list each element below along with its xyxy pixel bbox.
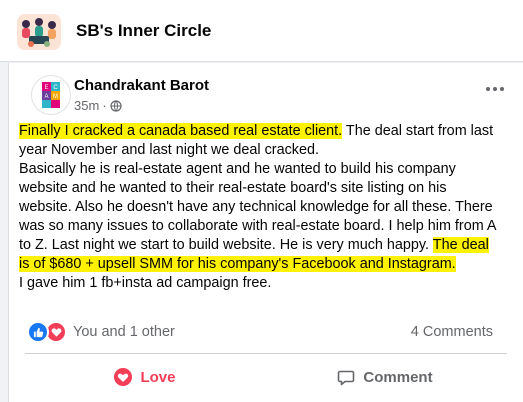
author-name[interactable]: Chandrakant Barot: [74, 77, 209, 94]
highlighted-text: Finally I cracked a canada based real es…: [19, 123, 343, 139]
post-card: E C A M Chandrakant Barot 35m · Finally …: [8, 63, 523, 402]
svg-text:E: E: [44, 85, 48, 91]
love-reaction-icon: [114, 368, 133, 386]
reaction-text[interactable]: You and 1 other: [73, 324, 175, 340]
globe-icon[interactable]: [110, 99, 122, 112]
comment-button[interactable]: Comment: [265, 361, 505, 393]
svg-text:M: M: [53, 94, 58, 100]
group-cover-image[interactable]: [17, 14, 61, 50]
svg-text:A: A: [44, 94, 48, 100]
comment-icon: [337, 368, 355, 386]
group-name[interactable]: SB's Inner Circle: [76, 21, 211, 41]
body-text: Basically he is real-estate agent and he…: [19, 161, 496, 253]
group-header: SB's Inner Circle: [0, 0, 523, 62]
post-meta: 35m ·: [74, 98, 122, 113]
divider: [25, 353, 507, 354]
comments-count[interactable]: 4 Comments: [411, 324, 493, 340]
post-time[interactable]: 35m: [74, 98, 99, 113]
reaction-summary[interactable]: You and 1 other: [27, 321, 175, 343]
meta-separator: ·: [102, 98, 107, 113]
body-text: I gave him 1 fb+insta ad campaign free.: [19, 275, 272, 291]
like-icon: [27, 321, 49, 343]
love-button[interactable]: Love: [25, 361, 265, 393]
svg-text:C: C: [53, 85, 58, 91]
post-body: Finally I cracked a canada based real es…: [19, 122, 499, 293]
more-options-icon[interactable]: [481, 83, 509, 95]
love-button-label: Love: [140, 368, 176, 386]
comment-button-label: Comment: [363, 368, 433, 386]
avatar[interactable]: E C A M: [31, 75, 71, 115]
